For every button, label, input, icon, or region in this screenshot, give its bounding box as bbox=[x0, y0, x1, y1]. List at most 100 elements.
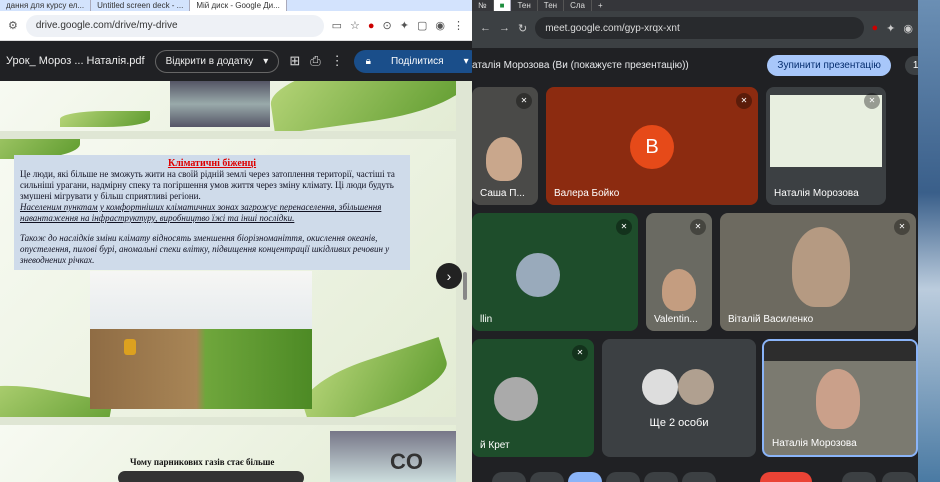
self-view-tile[interactable]: Наталія Морозова bbox=[762, 339, 918, 457]
participant-video bbox=[816, 369, 860, 429]
present-button[interactable] bbox=[568, 472, 602, 482]
more-participants-tile[interactable]: Ще 2 особи bbox=[602, 339, 756, 457]
participant-name: Віталій Василенко bbox=[728, 314, 814, 325]
participant-name: Наталія Морозова bbox=[772, 438, 857, 449]
tab-meet[interactable]: ■ bbox=[493, 0, 512, 11]
muted-icon: ✕ bbox=[894, 219, 910, 235]
share-label: Поділитися bbox=[390, 55, 444, 67]
reactions-button[interactable] bbox=[606, 472, 640, 482]
participant-tile[interactable]: ✕ Valentin... bbox=[646, 213, 712, 331]
tab-my-drive[interactable]: Мій диск - Google Ди... bbox=[190, 0, 287, 11]
participant-tile[interactable]: ✕ Саша П... bbox=[472, 87, 538, 205]
forward-icon[interactable]: → bbox=[499, 22, 510, 34]
share-dropdown-icon: ▾ bbox=[463, 55, 469, 67]
participant-video bbox=[486, 137, 522, 181]
lock-icon: 🔒︎ bbox=[365, 55, 371, 67]
participant-name: й Крет bbox=[480, 440, 510, 451]
participant-tile[interactable]: В ✕ Валера Бойко bbox=[546, 87, 758, 205]
participant-name: llin bbox=[480, 314, 493, 325]
more-icon[interactable]: ⋮ bbox=[331, 53, 344, 69]
participant-tile[interactable]: ✕ й Крет bbox=[472, 339, 594, 457]
bookmark-star-icon[interactable]: ☆ bbox=[350, 19, 360, 32]
back-icon[interactable]: ← bbox=[480, 22, 491, 34]
left-tab-strip: дання для курсу ел... Untitled screen de… bbox=[0, 0, 472, 11]
participant-avatar bbox=[494, 377, 538, 421]
muted-icon: ✕ bbox=[516, 93, 532, 109]
stop-label: Зупинити презентацію bbox=[777, 59, 881, 71]
site-info-icon[interactable]: ⚙ bbox=[8, 19, 18, 32]
reload-icon[interactable]: ↻ bbox=[518, 22, 527, 35]
extensions-icon[interactable]: ✦ bbox=[400, 19, 409, 32]
menu-icon[interactable]: ⋮ bbox=[453, 19, 464, 32]
tab-label: Untitled screen deck - ... bbox=[97, 1, 184, 10]
left-url-field[interactable]: drive.google.com/drive/my-drive bbox=[25, 14, 324, 37]
avatar-initial: В bbox=[645, 135, 659, 158]
slide-paragraph-italic: Також до наслідків зміни клімату віднося… bbox=[20, 233, 390, 265]
meet-icon: ■ bbox=[499, 1, 505, 10]
tab-label: дання для курсу ел... bbox=[6, 1, 85, 10]
ceiling-background bbox=[764, 341, 916, 361]
participant-video bbox=[792, 227, 850, 307]
url-text: meet.google.com/gyp-xrqx-xnt bbox=[545, 22, 680, 34]
tab-3[interactable]: Тен bbox=[538, 0, 565, 11]
participant-avatar bbox=[678, 369, 714, 405]
right-address-bar: ← → ↻ meet.google.com/gyp-xrqx-xnt ● ✦ ◉… bbox=[472, 13, 940, 43]
tab-course[interactable]: дання для курсу ел... bbox=[0, 0, 92, 11]
presenting-text: аталія Морозова (Ви (покажуєте презентац… bbox=[472, 59, 689, 71]
adblock-icon[interactable]: ● bbox=[368, 20, 375, 32]
cast-icon[interactable]: ▭ bbox=[332, 19, 342, 32]
adblock-icon[interactable]: ● bbox=[872, 22, 879, 34]
desktop-background bbox=[918, 0, 940, 482]
open-in-app-button[interactable]: Відкрити в додатку ▾ bbox=[154, 49, 280, 73]
participant-avatar: В bbox=[630, 125, 674, 169]
muted-icon: ✕ bbox=[616, 219, 632, 235]
co2-label: CO bbox=[390, 449, 423, 474]
open-label: Відкрити в додатку bbox=[165, 55, 254, 67]
cyclist-figure bbox=[124, 339, 136, 355]
share-button[interactable]: 🔒︎ Поділитися ▾ bbox=[353, 49, 472, 73]
left-address-bar: ⚙ drive.google.com/drive/my-drive ▭ ☆ ● … bbox=[0, 11, 472, 41]
pdf-toolbar: Урок_ Мороз ... Наталія.pdf Відкрити в д… bbox=[0, 41, 472, 81]
presentation-tile[interactable]: ✕ Наталія Морозова bbox=[766, 87, 886, 205]
tab-label: Мій диск - Google Ди... bbox=[196, 1, 280, 10]
stop-presenting-button[interactable]: Зупинити презентацію bbox=[767, 54, 891, 76]
leave-call-button[interactable] bbox=[760, 472, 812, 482]
more-options-button[interactable] bbox=[682, 472, 716, 482]
new-tab-button[interactable]: + bbox=[592, 0, 609, 11]
participant-tile[interactable]: ✕ Віталій Василенко bbox=[720, 213, 916, 331]
profile-avatar[interactable]: ◉ bbox=[903, 22, 913, 35]
participant-name: Саша П... bbox=[480, 188, 525, 199]
participant-avatar bbox=[642, 369, 678, 405]
translate-icon[interactable]: ⊙ bbox=[383, 19, 392, 32]
tab-search-icon[interactable]: ▢ bbox=[417, 19, 427, 32]
extensions-icon[interactable]: ✦ bbox=[886, 22, 895, 35]
pdf-zoom-controls[interactable] bbox=[118, 471, 304, 482]
leaf-decoration bbox=[266, 81, 456, 131]
tab-4[interactable]: Сла bbox=[564, 0, 592, 11]
participant-tile[interactable]: ✕ llin bbox=[472, 213, 638, 331]
slide-heading: Кліматичні біженці bbox=[167, 158, 257, 169]
tab-2[interactable]: Тен bbox=[511, 0, 538, 11]
tab-screen-deck[interactable]: Untitled screen deck - ... bbox=[91, 0, 191, 11]
right-url-field[interactable]: meet.google.com/gyp-xrqx-xnt bbox=[535, 17, 864, 39]
dropdown-icon: ▾ bbox=[263, 55, 269, 67]
participant-name: Валера Бойко bbox=[554, 188, 620, 199]
chat-button[interactable] bbox=[882, 472, 916, 482]
slide-paragraph: Це люди, які більше не зможуть жити на с… bbox=[20, 169, 395, 201]
camera-button[interactable] bbox=[530, 472, 564, 482]
info-button[interactable] bbox=[842, 472, 876, 482]
slide-paragraph-emphasis: Населеним пунктам у комфортніших клімати… bbox=[20, 202, 382, 223]
captions-button[interactable] bbox=[644, 472, 678, 482]
slide2-heading: Чому парникових газів стає більше bbox=[130, 457, 275, 467]
add-comment-icon[interactable]: ⊞ bbox=[289, 53, 300, 69]
next-page-button[interactable]: › bbox=[436, 263, 462, 289]
url-text: drive.google.com/drive/my-drive bbox=[35, 20, 178, 31]
print-icon[interactable]: ⎙ bbox=[310, 53, 320, 69]
slide-fragment-top bbox=[0, 81, 456, 131]
mic-button[interactable] bbox=[492, 472, 526, 482]
tab-1[interactable]: № bbox=[472, 0, 494, 11]
profile-avatar[interactable]: ◉ bbox=[435, 19, 445, 32]
scrollbar-thumb[interactable] bbox=[463, 272, 467, 300]
meet-window: № ■ Тен Тен Сла + ← → ↻ meet.google.com/… bbox=[472, 0, 940, 482]
photo-drought-field bbox=[90, 271, 312, 409]
